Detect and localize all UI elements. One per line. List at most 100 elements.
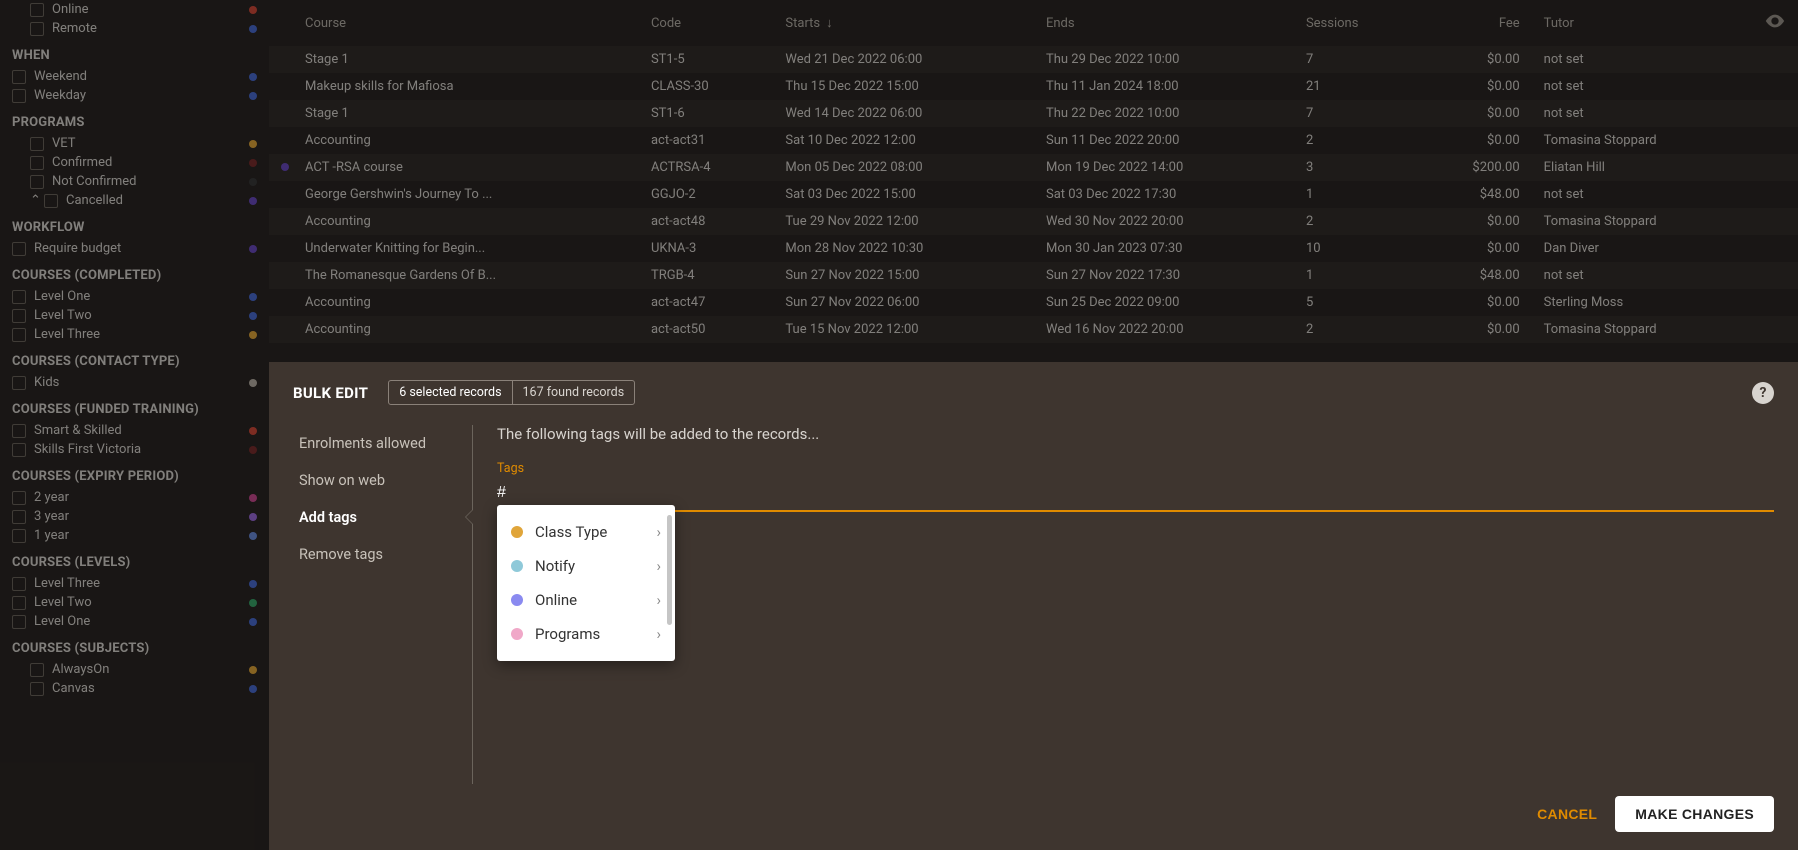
checkbox[interactable] <box>30 137 44 151</box>
tag-dot <box>249 159 257 167</box>
table-row[interactable]: Accountingact-act31Sat 10 Dec 2022 12:00… <box>269 127 1798 154</box>
checkbox[interactable] <box>12 596 26 610</box>
checkbox[interactable] <box>12 615 26 629</box>
table-row[interactable]: Makeup skills for MafiosaCLASS-30Thu 15 … <box>269 73 1798 100</box>
side-tab[interactable]: Remove tags <box>293 536 472 573</box>
filter-item[interactable]: Not Confirmed <box>30 172 257 191</box>
filter-item[interactable]: Level One <box>12 612 257 631</box>
record-count-pills[interactable]: 6 selected records 167 found records <box>388 380 635 405</box>
tag-dot <box>249 245 257 253</box>
filter-item[interactable]: Require budget <box>12 239 257 258</box>
checkbox[interactable] <box>30 682 44 696</box>
cancel-button[interactable]: CANCEL <box>1537 806 1597 822</box>
side-tab[interactable]: Add tags <box>293 499 472 536</box>
dropdown-scrollbar[interactable] <box>667 515 672 625</box>
table-row[interactable]: Accountingact-act50Tue 15 Nov 2022 12:00… <box>269 316 1798 343</box>
filter-item[interactable]: 1 year <box>12 526 257 545</box>
filter-group-title: COURSES (LEVELS) <box>12 555 257 570</box>
table-row[interactable]: Underwater Knitting for Begin...UKNA-3Mo… <box>269 235 1798 262</box>
tab-hint: The following tags will be added to the … <box>497 425 1774 443</box>
checkbox[interactable] <box>30 175 44 189</box>
visibility-icon[interactable] <box>1764 21 1786 36</box>
checkbox[interactable] <box>12 424 26 438</box>
checkbox[interactable] <box>12 491 26 505</box>
filter-item[interactable]: Weekend <box>12 67 257 86</box>
collapse-icon[interactable]: ⌃ <box>30 193 40 208</box>
filter-item[interactable]: VET <box>30 134 257 153</box>
checkbox[interactable] <box>30 663 44 677</box>
col-tutor[interactable]: Tutor <box>1532 0 1752 46</box>
col-starts[interactable]: Starts↓ <box>773 0 1034 46</box>
filter-item[interactable]: AlwaysOn <box>30 660 257 679</box>
filter-item[interactable]: Smart & Skilled <box>12 421 257 440</box>
checkbox[interactable] <box>12 577 26 591</box>
tags-input[interactable] <box>497 480 1774 512</box>
checkbox[interactable] <box>12 89 26 103</box>
dropdown-item[interactable]: Online › <box>497 583 675 617</box>
table-row[interactable]: Accountingact-act48Tue 29 Nov 2022 12:00… <box>269 208 1798 235</box>
checkbox[interactable] <box>12 510 26 524</box>
tag-dot <box>249 379 257 387</box>
checkbox[interactable] <box>30 22 44 36</box>
filter-item[interactable]: 3 year <box>12 507 257 526</box>
filter-item[interactable]: ⌃ Cancelled <box>30 191 257 210</box>
filter-item[interactable]: Level Two <box>12 593 257 612</box>
tag-dot <box>249 6 257 14</box>
checkbox[interactable] <box>12 443 26 457</box>
filter-item[interactable]: Level Two <box>12 306 257 325</box>
dropdown-item[interactable]: Programs › <box>497 617 675 651</box>
filter-item[interactable]: Level One <box>12 287 257 306</box>
selected-records-count[interactable]: 6 selected records <box>389 381 512 404</box>
filter-label: Weekday <box>34 88 243 103</box>
side-tab[interactable]: Enrolments allowed <box>293 425 472 462</box>
filter-label: Level Two <box>34 308 243 323</box>
col-fee[interactable]: Fee <box>1417 0 1532 46</box>
filter-item[interactable]: Kids <box>12 373 257 392</box>
tag-color-dot <box>511 560 523 572</box>
table-row[interactable]: The Romanesque Gardens Of B...TRGB-4Sun … <box>269 262 1798 289</box>
checkbox[interactable] <box>30 156 44 170</box>
tag-dot <box>249 73 257 81</box>
found-records-count[interactable]: 167 found records <box>513 381 635 404</box>
checkbox[interactable] <box>44 194 58 208</box>
table-row[interactable]: ACT -RSA courseACTRSA-4Mon 05 Dec 2022 0… <box>269 154 1798 181</box>
checkbox[interactable] <box>12 328 26 342</box>
table-row[interactable]: Stage 1ST1-6Wed 14 Dec 2022 06:00Thu 22 … <box>269 100 1798 127</box>
table-row[interactable]: Accountingact-act47Sun 27 Nov 2022 06:00… <box>269 289 1798 316</box>
filter-group-title: WORKFLOW <box>12 220 257 235</box>
filter-item[interactable]: Remote <box>30 19 257 38</box>
table-row[interactable]: Stage 1ST1-5Wed 21 Dec 2022 06:00Thu 29 … <box>269 46 1798 73</box>
tag-dot <box>249 618 257 626</box>
filter-label: Remote <box>52 21 243 36</box>
checkbox[interactable] <box>30 3 44 17</box>
col-sessions[interactable]: Sessions <box>1294 0 1417 46</box>
checkbox[interactable] <box>12 529 26 543</box>
checkbox[interactable] <box>12 376 26 390</box>
checkbox[interactable] <box>12 309 26 323</box>
dropdown-item[interactable]: Class Type › <box>497 515 675 549</box>
col-course[interactable]: Course <box>293 0 639 46</box>
help-icon[interactable]: ? <box>1752 382 1774 404</box>
checkbox[interactable] <box>12 290 26 304</box>
filter-item[interactable]: Online <box>30 0 257 19</box>
filter-item[interactable]: Skills First Victoria <box>12 440 257 459</box>
filter-item[interactable]: 2 year <box>12 488 257 507</box>
filter-group-title: COURSES (COMPLETED) <box>12 268 257 283</box>
table-row[interactable]: George Gershwin's Journey To ...GGJO-2Sa… <box>269 181 1798 208</box>
sidebar: Online Remote WHEN Weekend Weekday PROGR… <box>0 0 269 850</box>
filter-item[interactable]: Level Three <box>12 574 257 593</box>
checkbox[interactable] <box>12 242 26 256</box>
filter-item[interactable]: Level Three <box>12 325 257 344</box>
filter-item[interactable]: Confirmed <box>30 153 257 172</box>
dropdown-item-label: Notify <box>535 557 575 575</box>
side-tab[interactable]: Show on web <box>293 462 472 499</box>
tag-dot <box>249 580 257 588</box>
col-code[interactable]: Code <box>639 0 773 46</box>
filter-item[interactable]: Canvas <box>30 679 257 698</box>
filter-item[interactable]: Weekday <box>12 86 257 105</box>
filter-label: Level Two <box>34 595 243 610</box>
col-ends[interactable]: Ends <box>1034 0 1294 46</box>
make-changes-button[interactable]: MAKE CHANGES <box>1615 796 1774 832</box>
dropdown-item[interactable]: Notify › <box>497 549 675 583</box>
checkbox[interactable] <box>12 70 26 84</box>
